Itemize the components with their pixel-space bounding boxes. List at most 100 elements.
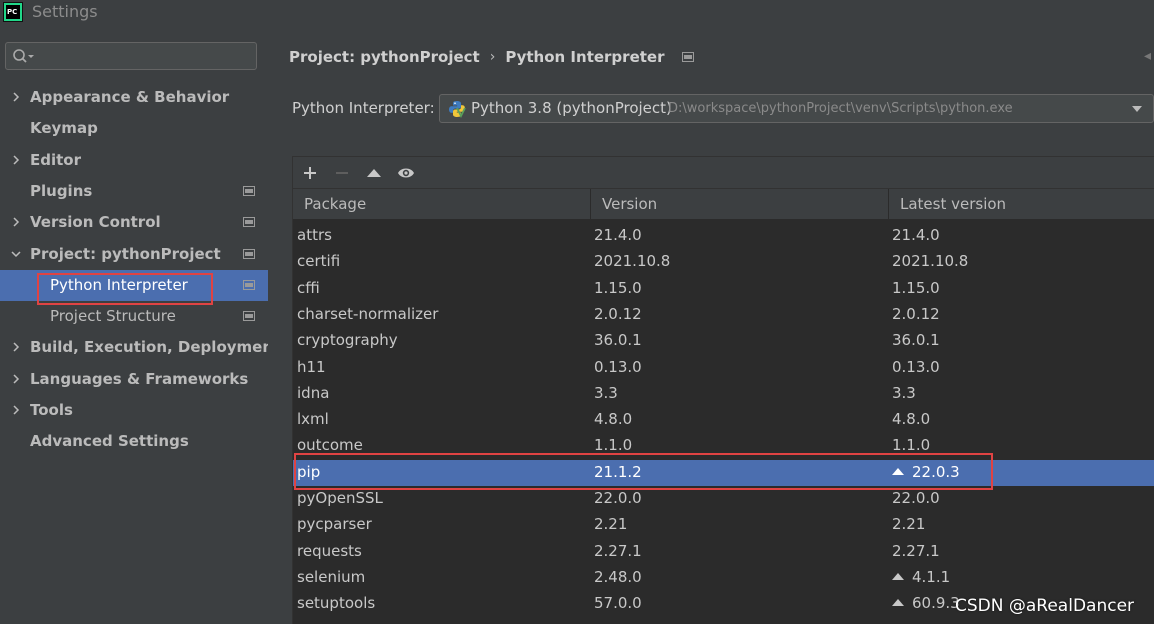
sidebar-item-advanced-settings[interactable]: Advanced Settings xyxy=(0,426,268,457)
table-row[interactable]: selenium 2.48.0 4.1.1 xyxy=(293,565,1154,591)
packages-panel: Package Version Latest version attrs 21.4… xyxy=(292,156,1154,624)
package-version-cell: 57.0.0 xyxy=(594,594,642,612)
interpreter-path: D:\workspace\pythonProject\venv\Scripts\… xyxy=(668,101,1013,116)
column-header-package[interactable]: Package xyxy=(293,189,591,220)
latest-version-text: 4.1.1 xyxy=(912,568,951,586)
table-row[interactable]: requests 2.27.1 2.27.1 xyxy=(293,539,1154,565)
title-bar: PC Settings xyxy=(0,0,1154,26)
upgrade-available-icon xyxy=(892,573,904,580)
column-header-latest-version[interactable]: Latest version xyxy=(889,189,1154,220)
package-latest-version-cell: 0.13.0 xyxy=(892,358,940,376)
package-latest-version-cell: 21.4.0 xyxy=(892,226,940,244)
package-version-cell: 2021.10.8 xyxy=(594,252,671,270)
package-latest-version-cell: 3.3 xyxy=(892,384,916,402)
interpreter-name: Python 3.8 (pythonProject) xyxy=(471,99,672,117)
sidebar-item-label: Editor xyxy=(30,151,81,169)
sidebar-item-editor[interactable]: Editor xyxy=(0,145,268,176)
sidebar-item-label: Languages & Frameworks xyxy=(30,370,249,388)
chevron-right-icon[interactable] xyxy=(10,340,22,354)
sidebar-item-languages-frameworks[interactable]: Languages & Frameworks xyxy=(0,364,268,395)
table-row[interactable]: lxml 4.8.0 4.8.0 xyxy=(293,407,1154,433)
remove-icon[interactable] xyxy=(333,164,351,182)
package-name-cell: setuptools xyxy=(297,594,376,612)
main-panel: Project: pythonProject › Python Interpre… xyxy=(268,26,1154,624)
interpreter-label: Python Interpreter: xyxy=(292,99,435,117)
add-icon[interactable] xyxy=(301,164,319,182)
latest-version-text: 0.13.0 xyxy=(892,358,940,376)
package-name-cell: charset-normalizer xyxy=(297,305,439,323)
table-row[interactable]: cryptography 36.0.1 36.0.1 xyxy=(293,328,1154,354)
table-row[interactable]: h11 0.13.0 0.13.0 xyxy=(293,355,1154,381)
settings-search-input[interactable] xyxy=(40,46,250,66)
package-latest-version-cell: 4.8.0 xyxy=(892,410,930,428)
chevron-right-icon[interactable] xyxy=(10,153,22,167)
column-header-version[interactable]: Version xyxy=(591,189,889,220)
chevron-right-icon[interactable] xyxy=(10,90,22,104)
package-name-cell: outcome xyxy=(297,436,363,454)
project-level-settings-icon xyxy=(243,186,255,196)
sidebar-item-appearance-behavior[interactable]: Appearance & Behavior xyxy=(0,82,268,113)
chevron-right-icon[interactable] xyxy=(10,403,22,417)
breadcrumb: Project: pythonProject › Python Interpre… xyxy=(289,47,695,67)
interpreter-dropdown[interactable]: Python 3.8 (pythonProject) D:\workspace\… xyxy=(439,94,1154,123)
sidebar-item-project-pythonproject[interactable]: Project: pythonProject xyxy=(0,239,268,270)
sidebar-item-label: Advanced Settings xyxy=(30,432,189,450)
show-early-releases-icon[interactable] xyxy=(397,164,415,182)
packages-table-body: attrs 21.4.0 21.4.0 certifi 2021.10.8 2021.10… xyxy=(293,220,1154,624)
window-title: Settings xyxy=(32,2,98,21)
pycharm-app-icon: PC xyxy=(3,2,23,22)
table-row[interactable]: charset-normalizer 2.0.12 2.0.12 xyxy=(293,302,1154,328)
package-latest-version-cell: 22.0.0 xyxy=(892,489,940,507)
package-version-cell: 1.15.0 xyxy=(594,279,642,297)
table-row[interactable]: certifi 2021.10.8 2021.10.8 xyxy=(293,249,1154,275)
sidebar-item-tools[interactable]: Tools xyxy=(0,395,268,426)
project-level-settings-icon xyxy=(243,217,255,227)
sidebar-item-keymap[interactable]: Keymap xyxy=(0,113,268,144)
sidebar-item-version-control[interactable]: Version Control xyxy=(0,207,268,238)
table-row[interactable]: pycparser 2.21 2.21 xyxy=(293,512,1154,538)
package-latest-version-cell: 1.1.0 xyxy=(892,436,930,454)
search-icon[interactable] xyxy=(12,48,36,66)
breadcrumb-project[interactable]: Project: pythonProject xyxy=(289,48,480,66)
breadcrumb-page: Python Interpreter xyxy=(505,48,665,66)
package-version-cell: 2.48.0 xyxy=(594,568,642,586)
package-name-cell: lxml xyxy=(297,410,329,428)
package-latest-version-cell: 2.27.1 xyxy=(892,542,940,560)
sidebar-item-plugins[interactable]: Plugins xyxy=(0,176,268,207)
breadcrumb-separator: › xyxy=(489,49,496,65)
package-name-cell: attrs xyxy=(297,226,332,244)
sidebar-item-label: Appearance & Behavior xyxy=(30,88,230,106)
sidebar-item-label: Keymap xyxy=(30,119,98,137)
sidebar-item-label: Version Control xyxy=(30,213,161,231)
chevron-down-icon[interactable] xyxy=(1132,106,1142,112)
packages-toolbar xyxy=(293,157,1154,189)
chevron-right-icon[interactable] xyxy=(10,215,22,229)
sidebar-item-label: Build, Execution, Deployment xyxy=(30,338,281,356)
package-name-cell: selenium xyxy=(297,568,366,586)
upgrade-icon[interactable] xyxy=(365,164,383,182)
sidebar-item-project-structure[interactable]: Project Structure xyxy=(0,301,268,332)
package-version-cell: 22.0.0 xyxy=(594,489,642,507)
package-name-cell: idna xyxy=(297,384,330,402)
sidebar-item-label: Plugins xyxy=(30,182,93,200)
table-row[interactable]: idna 3.3 3.3 xyxy=(293,381,1154,407)
settings-search-box[interactable] xyxy=(5,42,257,70)
back-icon[interactable]: ◂ xyxy=(1144,48,1151,64)
package-version-cell: 2.27.1 xyxy=(594,542,642,560)
package-name-cell: cryptography xyxy=(297,331,398,349)
latest-version-text: 21.4.0 xyxy=(892,226,940,244)
python-logo-icon xyxy=(449,101,466,118)
project-level-settings-icon xyxy=(243,311,255,321)
packages-table-header: Package Version Latest version xyxy=(293,189,1154,220)
package-latest-version-cell: 2.0.12 xyxy=(892,305,940,323)
package-name-cell: pycparser xyxy=(297,515,372,533)
latest-version-text: 2021.10.8 xyxy=(892,252,969,270)
sidebar-item-build-execution-deployment[interactable]: Build, Execution, Deployment xyxy=(0,332,280,363)
package-version-cell: 1.1.0 xyxy=(594,436,633,454)
latest-version-text: 22.0.0 xyxy=(892,489,940,507)
chevron-right-icon[interactable] xyxy=(10,372,22,386)
table-row[interactable]: attrs 21.4.0 21.4.0 xyxy=(293,223,1154,249)
app-icon-text: PC xyxy=(6,5,20,19)
table-row[interactable]: cffi 1.15.0 1.15.0 xyxy=(293,276,1154,302)
chevron-down-icon[interactable] xyxy=(10,247,22,261)
